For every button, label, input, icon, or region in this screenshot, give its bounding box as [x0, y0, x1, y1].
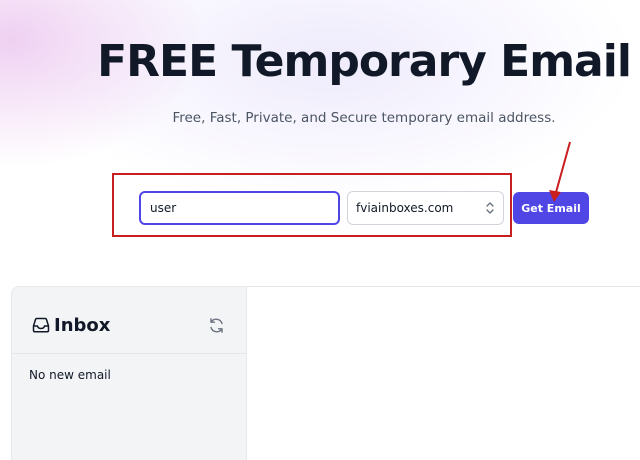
- username-input[interactable]: [139, 191, 340, 225]
- chevron-up-down-icon: [486, 202, 494, 214]
- domain-select[interactable]: fviainboxes.com: [347, 191, 504, 225]
- get-email-button[interactable]: Get Email: [513, 192, 589, 224]
- inbox-header: Inbox: [12, 287, 246, 354]
- email-content-area: [247, 287, 640, 460]
- inbox-sidebar: Inbox No new email: [12, 287, 247, 460]
- page-title: FREE Temporary Email: [97, 36, 632, 87]
- empty-inbox-message: No new email: [29, 368, 111, 382]
- inbox-panel: Inbox No new email: [11, 286, 640, 460]
- refresh-icon[interactable]: [208, 317, 225, 334]
- domain-select-value: fviainboxes.com: [356, 201, 454, 215]
- inbox-tray-icon: [32, 317, 50, 333]
- inbox-title: Inbox: [54, 315, 111, 336]
- page-subtitle: Free, Fast, Private, and Secure temporar…: [172, 110, 556, 126]
